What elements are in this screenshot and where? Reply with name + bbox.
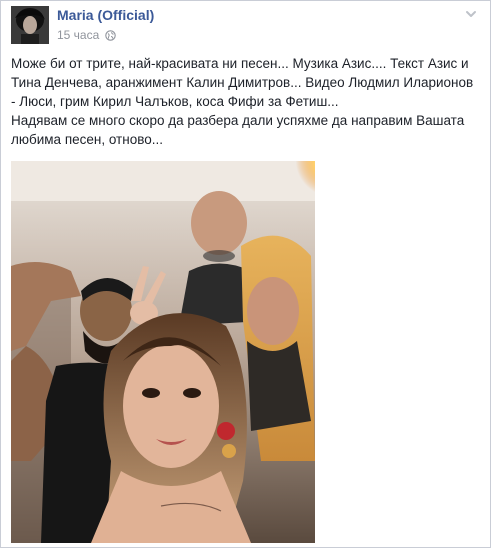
post-card: Maria (Official) 15 часа Може би от трит… xyxy=(0,0,491,548)
chevron-down-icon[interactable] xyxy=(464,7,478,21)
post-text: Може би от трите, най-красивата ни песен… xyxy=(11,56,474,147)
globe-icon[interactable] xyxy=(105,29,117,41)
post-photo[interactable] xyxy=(11,161,315,543)
author-name[interactable]: Maria (Official) xyxy=(57,7,154,23)
post-timestamp[interactable]: 15 часа xyxy=(57,28,99,42)
post-meta: 15 часа xyxy=(57,28,117,42)
author-avatar[interactable] xyxy=(11,6,49,44)
